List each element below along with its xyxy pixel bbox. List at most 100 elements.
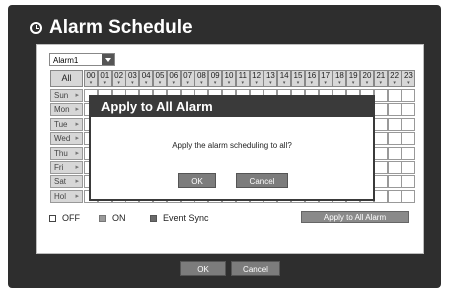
window-title-text: Alarm Schedule [49, 17, 193, 38]
day-row-hol[interactable]: Hol [50, 189, 83, 203]
hour-label: 23 [403, 71, 413, 80]
day-row-sun[interactable]: Sun [50, 89, 83, 102]
hour-label: 09 [210, 71, 220, 80]
hour-label: 08 [196, 71, 206, 80]
triangle-down-icon: ▾ [131, 80, 134, 86]
triangle-down-icon: ▾ [172, 80, 176, 86]
legend-on-label: ON [112, 213, 126, 223]
schedule-cell[interactable] [387, 146, 402, 160]
schedule-cell[interactable] [387, 103, 402, 117]
day-row-wed[interactable]: Wed [50, 132, 83, 146]
schedule-cell[interactable] [387, 175, 402, 189]
hour-header-04[interactable]: 04 ▾ [139, 70, 154, 87]
triangle-down-icon: ▾ [213, 80, 217, 86]
legend-event-sync-label: Event Sync [163, 213, 209, 223]
hour-header-02[interactable]: 02 ▾ [111, 70, 126, 87]
dialog-cancel-button[interactable]: Cancel [236, 173, 288, 188]
day-row-fri[interactable]: Fri [50, 161, 83, 174]
schedule-cell[interactable] [401, 103, 416, 117]
hour-header-10[interactable]: 10 ▾ [222, 70, 236, 87]
hour-header-21[interactable]: 21 ▾ [373, 70, 388, 87]
hour-header-18[interactable]: 18 ▾ [332, 70, 347, 87]
schedule-cell[interactable] [373, 175, 388, 189]
hour-header-09[interactable]: 09 ▾ [208, 70, 223, 87]
schedule-cell[interactable] [401, 89, 416, 102]
schedule-cell[interactable] [373, 89, 388, 102]
triangle-down-icon: ▾ [324, 80, 327, 86]
apply-to-all-alarm-button[interactable]: Apply to All Alarm [301, 211, 409, 223]
legend-off-label: OFF [62, 213, 80, 223]
schedule-cell[interactable] [373, 189, 388, 203]
hour-header-23[interactable]: 23 ▾ [401, 70, 416, 87]
hour-header-13[interactable]: 13 ▾ [263, 70, 278, 87]
schedule-cell[interactable] [401, 132, 416, 146]
triangle-down-icon: ▾ [144, 80, 148, 86]
schedule-cell[interactable] [373, 132, 388, 146]
hour-header-17[interactable]: 17 ▾ [318, 70, 333, 87]
schedule-cell[interactable] [373, 161, 388, 174]
window-title: Alarm Schedule [30, 16, 193, 40]
schedule-cell[interactable] [373, 146, 388, 160]
hour-label: 05 [155, 71, 165, 80]
triangle-down-icon: ▾ [227, 80, 231, 86]
hour-header-19[interactable]: 19 ▾ [346, 70, 361, 87]
hour-header-20[interactable]: 20 ▾ [360, 70, 374, 87]
chevron-down-icon[interactable] [102, 54, 114, 65]
hour-header-15[interactable]: 15 ▾ [291, 70, 305, 87]
schedule-cell[interactable] [387, 161, 402, 174]
hour-header-05[interactable]: 05 ▾ [153, 70, 167, 87]
hour-label: 02 [114, 71, 124, 80]
hour-label: 03 [127, 71, 137, 80]
triangle-down-icon: ▾ [393, 80, 396, 86]
hour-header-11[interactable]: 11 ▾ [235, 70, 250, 87]
hour-label: 20 [362, 71, 372, 80]
triangle-down-icon: ▾ [200, 80, 203, 86]
schedule-cell[interactable] [401, 161, 416, 174]
schedule-cell[interactable] [401, 146, 416, 160]
triangle-down-icon: ▾ [365, 80, 369, 86]
day-row-sat[interactable]: Sat [50, 175, 83, 189]
hour-header-08[interactable]: 08 ▾ [194, 70, 209, 87]
hour-header-16[interactable]: 16 ▾ [304, 70, 319, 87]
schedule-cell[interactable] [387, 189, 402, 203]
hour-label: 19 [348, 71, 358, 80]
triangle-down-icon: ▾ [351, 80, 355, 86]
dialog-ok-button[interactable]: OK [178, 173, 216, 188]
triangle-down-icon: ▾ [310, 80, 314, 86]
schedule-cell[interactable] [401, 117, 416, 131]
schedule-cell[interactable] [387, 89, 402, 102]
hour-header-06[interactable]: 06 ▾ [166, 70, 181, 87]
triangle-down-icon: ▾ [186, 80, 189, 86]
triangle-down-icon: ▾ [255, 80, 258, 86]
triangle-down-icon: ▾ [379, 80, 383, 86]
schedule-cell[interactable] [373, 117, 388, 131]
day-row-thu[interactable]: Thu [50, 146, 83, 160]
hour-label: 13 [265, 71, 275, 80]
all-button[interactable]: All [50, 70, 83, 87]
schedule-cell[interactable] [401, 189, 416, 203]
hour-header-00[interactable]: 00 ▾ [84, 70, 98, 87]
hour-label: 06 [169, 71, 179, 80]
all-button-label: All [61, 73, 72, 83]
day-row-tue[interactable]: Tue [50, 117, 83, 131]
hour-header-14[interactable]: 14 ▾ [277, 70, 292, 87]
hour-header-22[interactable]: 22 ▾ [387, 70, 402, 87]
hour-header-01[interactable]: 01 ▾ [97, 70, 112, 87]
day-row-mon[interactable]: Mon [50, 103, 83, 117]
clock-icon [30, 22, 42, 34]
hour-label: 15 [293, 71, 303, 80]
hour-label: 17 [321, 71, 331, 80]
schedule-cell[interactable] [387, 132, 402, 146]
hour-header-12[interactable]: 12 ▾ [249, 70, 264, 87]
ok-button[interactable]: OK [180, 261, 226, 276]
schedule-cell[interactable] [401, 175, 416, 189]
hour-label: 10 [224, 71, 234, 80]
hour-header-03[interactable]: 03 ▾ [125, 70, 140, 87]
triangle-down-icon: ▾ [407, 80, 410, 86]
hour-header-07[interactable]: 07 ▾ [180, 70, 195, 87]
schedule-cell[interactable] [373, 103, 388, 117]
alarm-select[interactable]: Alarm1 [49, 53, 115, 66]
hour-label: 22 [390, 71, 400, 80]
schedule-cell[interactable] [387, 117, 402, 131]
cancel-button[interactable]: Cancel [231, 261, 280, 276]
